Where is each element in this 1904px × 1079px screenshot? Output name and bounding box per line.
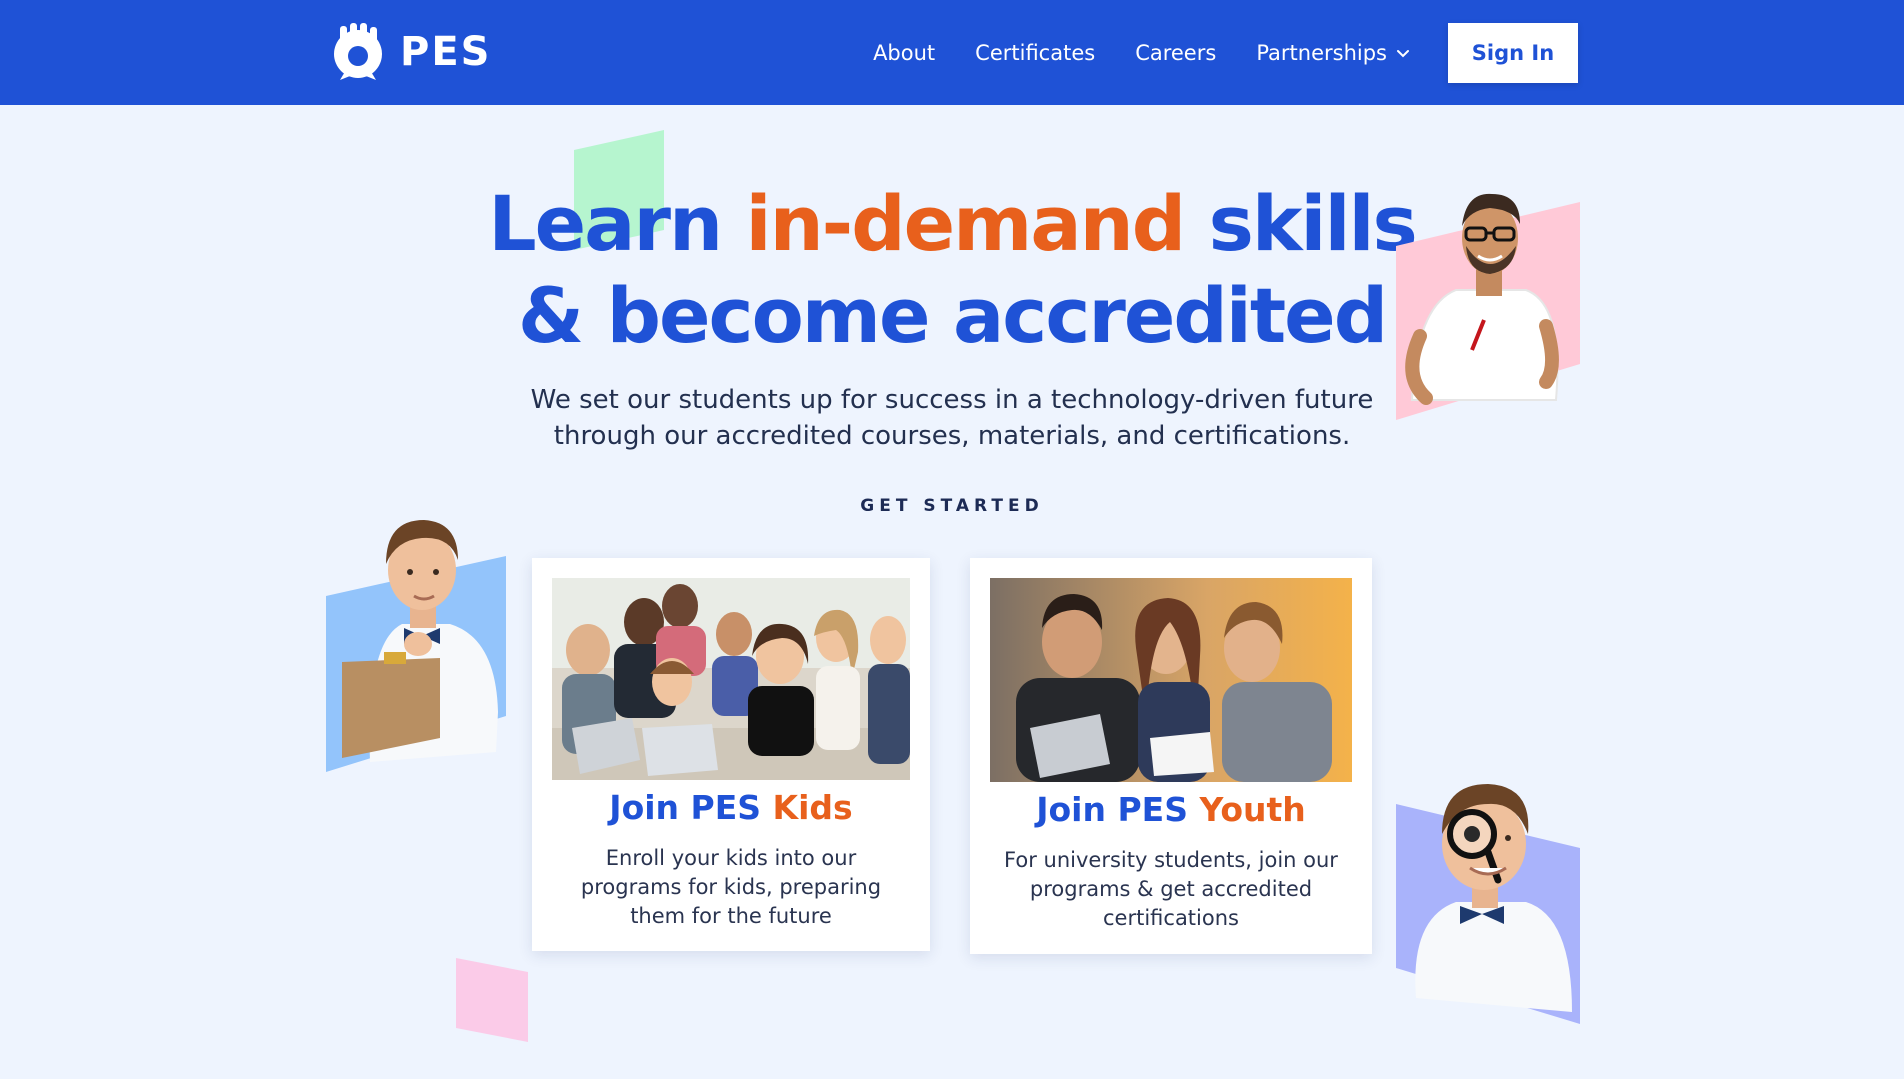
logo-text: PES <box>400 29 492 75</box>
kids-card-description: Enroll your kids into our programs for k… <box>580 846 882 928</box>
headline-accent: in-demand <box>745 179 1187 268</box>
deco-pink-shape <box>456 958 528 1042</box>
kids-title-prefix: Join PES <box>609 788 773 827</box>
headline-part2: skills <box>1184 179 1418 268</box>
join-kids-card[interactable]: Join PES Kids Enroll your kids into our … <box>532 558 930 951</box>
hero-headline: Learn in-demand skills & become accredit… <box>460 178 1444 362</box>
join-youth-card[interactable]: Join PES Youth For university students, … <box>970 558 1372 954</box>
brand-logo[interactable]: PES <box>326 18 491 86</box>
thinking-boy-photo <box>326 520 506 772</box>
youth-title-accent: Youth <box>1199 790 1306 829</box>
chevron-down-icon <box>1397 49 1409 57</box>
nav-certificates-label: Certificates <box>975 40 1096 65</box>
nav-about-label: About <box>873 40 936 65</box>
top-navbar: PES About Certificates Careers Partnersh… <box>0 0 1904 105</box>
headline-part1: Learn <box>488 179 746 268</box>
teacher-photo <box>1396 193 1580 420</box>
nav-careers-label: Careers <box>1135 40 1217 65</box>
magnifier-boy-photo <box>1396 784 1580 1024</box>
kids-title-accent: Kids <box>772 788 853 827</box>
youth-title-prefix: Join PES <box>1036 790 1200 829</box>
nav-links: About Certificates Careers Partnerships <box>873 0 1411 105</box>
youth-card-description: For university students, join our progra… <box>1004 848 1338 930</box>
hero-subtitle: We set our students up for success in a … <box>530 385 1374 451</box>
nav-partnerships-dropdown[interactable]: Partnerships <box>1256 41 1411 65</box>
pes-logo-icon <box>334 23 382 80</box>
kids-group-photo <box>552 578 910 780</box>
nav-certificates-link[interactable]: Certificates <box>975 41 1095 65</box>
nav-partnerships-label: Partnerships <box>1256 40 1387 65</box>
nav-about-link[interactable]: About <box>873 41 935 65</box>
hero-headline-line1: Learn in-demand skills <box>460 178 1444 270</box>
youth-group-photo <box>990 578 1352 782</box>
hero-headline-line2: & become accredited <box>517 271 1388 360</box>
nav-careers-link[interactable]: Careers <box>1135 41 1216 65</box>
youth-card-title: Join PES Youth <box>970 790 1372 829</box>
kids-card-title: Join PES Kids <box>532 788 930 827</box>
get-started-label: GET STARTED <box>860 496 1044 516</box>
sign-in-button[interactable]: Sign In <box>1448 23 1578 83</box>
